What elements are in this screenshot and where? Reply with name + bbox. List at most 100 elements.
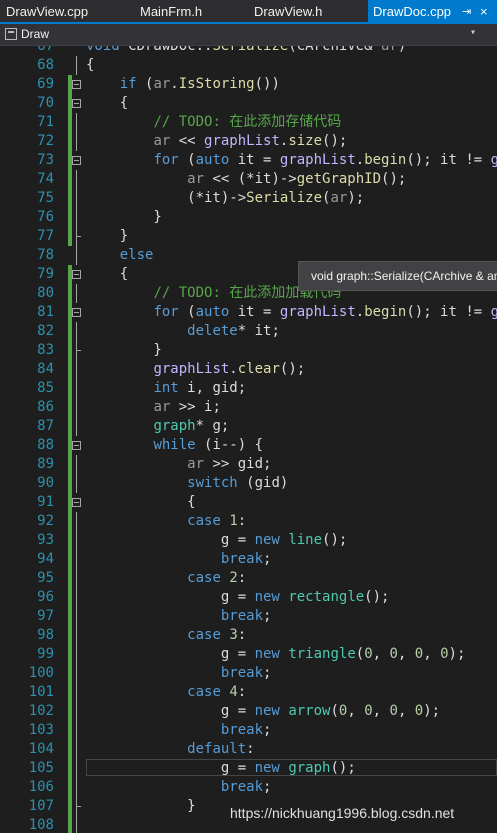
code-line[interactable]: 103 break; bbox=[0, 721, 497, 740]
code-line[interactable]: 101 case 4: bbox=[0, 683, 497, 702]
code-line[interactable]: 82 delete* it; bbox=[0, 322, 497, 341]
code-line[interactable]: 95 case 2: bbox=[0, 569, 497, 588]
code-line[interactable]: 98 case 3: bbox=[0, 626, 497, 645]
code-text[interactable]: } bbox=[86, 341, 161, 360]
code-line[interactable]: 106 break; bbox=[0, 778, 497, 797]
collapse-icon[interactable] bbox=[72, 308, 81, 317]
fold-guide bbox=[76, 56, 77, 75]
code-text[interactable]: break; bbox=[86, 778, 272, 797]
code-text[interactable]: else bbox=[86, 246, 154, 265]
tab-drawview-h[interactable]: DrawView.h bbox=[254, 0, 328, 22]
code-text[interactable]: delete* it; bbox=[86, 322, 280, 341]
code-text[interactable]: } bbox=[86, 227, 128, 246]
code-text[interactable]: graphList.clear(); bbox=[86, 360, 305, 379]
code-line[interactable]: 68 { bbox=[0, 56, 497, 75]
code-line[interactable]: 83 } bbox=[0, 341, 497, 360]
code-text[interactable]: } bbox=[86, 208, 161, 227]
code-line[interactable]: 71 // TODO: 在此添加存储代码 bbox=[0, 113, 497, 132]
code-text[interactable]: case 3: bbox=[86, 626, 246, 645]
code-line[interactable]: 100 break; bbox=[0, 664, 497, 683]
code-text[interactable]: break; bbox=[86, 607, 272, 626]
code-text[interactable]: ar << graphList.size(); bbox=[86, 132, 347, 151]
code-text[interactable]: for (auto it = graphList.begin(); it != … bbox=[86, 303, 497, 322]
code-editor[interactable]: 67 void CDrawDoc::Serialize(CArchive& ar)… bbox=[0, 46, 497, 833]
collapse-icon[interactable] bbox=[72, 156, 81, 165]
code-line[interactable]: 73 for (auto it = graphList.begin(); it … bbox=[0, 151, 497, 170]
code-line[interactable]: 97 break; bbox=[0, 607, 497, 626]
code-text[interactable]: g = new rectangle(); bbox=[86, 588, 390, 607]
code-text[interactable]: break; bbox=[86, 550, 272, 569]
code-text[interactable]: default: bbox=[86, 740, 254, 759]
code-line[interactable]: 91 { bbox=[0, 493, 497, 512]
code-text[interactable]: ar << (*it)->getGraphID(); bbox=[86, 170, 406, 189]
code-text[interactable]: { bbox=[86, 56, 94, 75]
code-text[interactable]: break; bbox=[86, 664, 272, 683]
code-line[interactable]: 72 ar << graphList.size(); bbox=[0, 132, 497, 151]
code-text[interactable]: case 4: bbox=[86, 683, 246, 702]
code-text[interactable]: for (auto it = graphList.begin(); it != … bbox=[86, 151, 497, 170]
code-text[interactable]: case 2: bbox=[86, 569, 246, 588]
code-text[interactable]: graph* g; bbox=[86, 417, 229, 436]
code-line[interactable]: 93 g = new line(); bbox=[0, 531, 497, 550]
code-text[interactable]: while (i--) { bbox=[86, 436, 263, 455]
fold-guide bbox=[76, 113, 77, 132]
tab-drawdoc-cpp[interactable]: DrawDoc.cpp ⇥ × bbox=[368, 0, 497, 22]
code-text[interactable]: g = new line(); bbox=[86, 531, 347, 550]
code-text[interactable]: switch (gid) bbox=[86, 474, 288, 493]
code-text[interactable]: int i, gid; bbox=[86, 379, 246, 398]
code-text[interactable]: ar >> i; bbox=[86, 398, 220, 417]
collapse-icon[interactable] bbox=[72, 498, 81, 507]
navigation-bar[interactable]: Draw ▾ bbox=[0, 24, 497, 46]
code-line[interactable]: 84 graphList.clear(); bbox=[0, 360, 497, 379]
code-text[interactable]: break; bbox=[86, 721, 272, 740]
collapse-icon[interactable] bbox=[72, 441, 81, 450]
code-line[interactable]: 76 } bbox=[0, 208, 497, 227]
code-text[interactable]: { bbox=[86, 265, 128, 284]
code-line[interactable]: 96 g = new rectangle(); bbox=[0, 588, 497, 607]
fold-guide bbox=[76, 721, 77, 740]
code-line[interactable]: 90 switch (gid) bbox=[0, 474, 497, 493]
code-line[interactable]: 87 graph* g; bbox=[0, 417, 497, 436]
code-line[interactable]: 74 ar << (*it)->getGraphID(); bbox=[0, 170, 497, 189]
code-line[interactable]: 94 break; bbox=[0, 550, 497, 569]
collapse-icon[interactable] bbox=[72, 99, 81, 108]
line-number: 89 bbox=[37, 456, 54, 472]
tab-drawview-cpp[interactable]: DrawView.cpp bbox=[6, 0, 94, 22]
code-line[interactable]: 70 { bbox=[0, 94, 497, 113]
code-line[interactable]: 92 case 1: bbox=[0, 512, 497, 531]
code-line[interactable]: 86 ar >> i; bbox=[0, 398, 497, 417]
code-line[interactable]: 69 if (ar.IsStoring()) bbox=[0, 75, 497, 94]
code-text[interactable]: g = new arrow(0, 0, 0, 0); bbox=[86, 702, 440, 721]
code-text[interactable]: g = new graph(); bbox=[86, 759, 356, 778]
code-text[interactable]: } bbox=[86, 797, 195, 816]
code-line[interactable]: 85 int i, gid; bbox=[0, 379, 497, 398]
code-line[interactable]: 99 g = new triangle(0, 0, 0, 0); bbox=[0, 645, 497, 664]
collapse-icon[interactable] bbox=[72, 80, 81, 89]
code-text[interactable]: (*it)->Serialize(ar); bbox=[86, 189, 364, 208]
code-line[interactable]: 88 while (i--) { bbox=[0, 436, 497, 455]
code-text[interactable]: ar >> gid; bbox=[86, 455, 271, 474]
code-line[interactable]: 105 g = new graph(); bbox=[0, 759, 497, 778]
code-line[interactable]: 75 (*it)->Serialize(ar); bbox=[0, 189, 497, 208]
fold-guide bbox=[76, 189, 77, 208]
change-indicator bbox=[68, 322, 72, 341]
tab-mainfrm-h[interactable]: MainFrm.h bbox=[140, 0, 206, 22]
code-line[interactable]: 67 void CDrawDoc::Serialize(CArchive& ar) bbox=[0, 46, 497, 56]
close-icon[interactable]: × bbox=[480, 0, 488, 23]
line-number: 69 bbox=[37, 76, 54, 92]
code-text[interactable]: void CDrawDoc::Serialize(CArchive& ar) bbox=[86, 46, 406, 56]
code-line[interactable]: 81 for (auto it = graphList.begin(); it … bbox=[0, 303, 497, 322]
pin-icon[interactable]: ⇥ bbox=[462, 1, 471, 24]
code-text[interactable]: { bbox=[86, 493, 195, 512]
code-text[interactable]: // TODO: 在此添加存储代码 bbox=[86, 113, 341, 132]
chevron-down-icon[interactable]: ▾ bbox=[470, 27, 476, 38]
code-line[interactable]: 102 g = new arrow(0, 0, 0, 0); bbox=[0, 702, 497, 721]
code-text[interactable]: if (ar.IsStoring()) bbox=[86, 75, 280, 94]
code-text[interactable]: { bbox=[86, 94, 128, 113]
code-line[interactable]: 104 default: bbox=[0, 740, 497, 759]
code-line[interactable]: 89 ar >> gid; bbox=[0, 455, 497, 474]
collapse-icon[interactable] bbox=[72, 270, 81, 279]
code-text[interactable]: case 1: bbox=[86, 512, 246, 531]
code-text[interactable]: g = new triangle(0, 0, 0, 0); bbox=[86, 645, 466, 664]
code-line[interactable]: 77 } bbox=[0, 227, 497, 246]
